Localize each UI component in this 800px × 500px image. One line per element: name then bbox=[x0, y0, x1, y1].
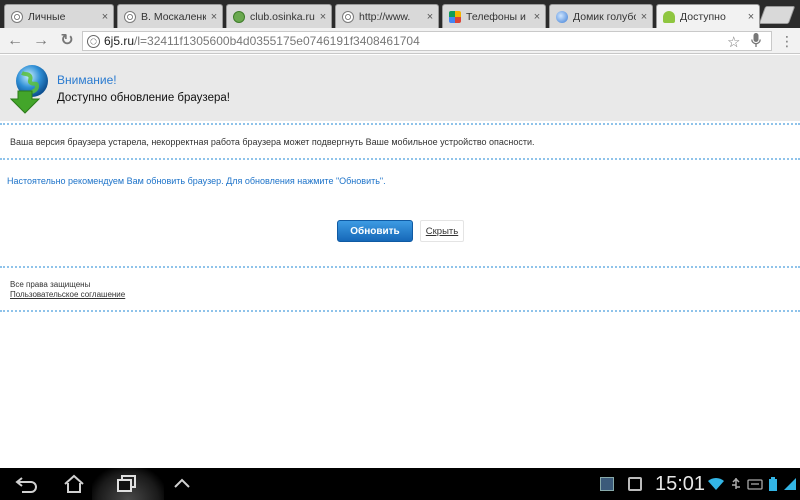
url-path: /l=32411f1305600b4d0355175e0746191f34084… bbox=[134, 34, 420, 48]
close-icon[interactable]: × bbox=[422, 11, 438, 23]
rights-text: Все права защищены bbox=[10, 280, 91, 289]
screenshot-icon[interactable] bbox=[628, 477, 642, 491]
close-icon[interactable]: × bbox=[315, 11, 331, 23]
close-icon[interactable]: × bbox=[97, 11, 113, 23]
warning-text: Ваша версия браузера устарела, некоррект… bbox=[10, 137, 535, 147]
globe-download-icon bbox=[10, 65, 48, 114]
usb-icon bbox=[732, 477, 740, 489]
tab-label: Личные bbox=[28, 10, 66, 23]
update-notice-header: Внимание! Доступно обновление браузера! bbox=[0, 55, 800, 121]
close-icon[interactable]: × bbox=[636, 11, 652, 23]
menu-icon[interactable]: ⋮ bbox=[778, 32, 796, 50]
url-host: 6j5.ru bbox=[104, 34, 135, 48]
update-button[interactable]: Обновить bbox=[337, 220, 413, 242]
blue-bird-favicon-icon bbox=[556, 10, 568, 23]
web-page: Внимание! Доступно обновление браузера! … bbox=[0, 55, 800, 468]
green-favicon-icon bbox=[233, 10, 245, 23]
tab-label: В. Москаленко bbox=[141, 10, 206, 23]
globe-icon bbox=[124, 10, 136, 23]
usb-debug-icon bbox=[747, 479, 763, 490]
globe-icon bbox=[87, 34, 100, 48]
close-icon[interactable]: × bbox=[206, 11, 222, 23]
recent-apps-icon[interactable] bbox=[115, 474, 139, 494]
close-icon[interactable]: × bbox=[529, 11, 545, 23]
notification-app-icon[interactable] bbox=[600, 477, 614, 491]
hide-button[interactable]: Скрыть bbox=[420, 220, 464, 242]
address-bar[interactable]: 6j5.ru /l=32411f1305600b4d0355175e074619… bbox=[82, 31, 772, 51]
notice-subtitle: Доступно обновление браузера! bbox=[57, 92, 230, 104]
tab-label: http://www. bbox=[359, 10, 411, 23]
tab-strip: Личные × В. Москаленко × club.osinka.ru … bbox=[0, 0, 800, 29]
battery-icon bbox=[769, 477, 777, 491]
tab-moskalenko[interactable]: В. Москаленко × bbox=[117, 4, 223, 28]
tab-lichnye[interactable]: Личные × bbox=[4, 4, 114, 28]
tab-telefony[interactable]: Телефоны и × bbox=[442, 4, 546, 28]
tab-osinka[interactable]: club.osinka.ru × bbox=[226, 4, 332, 28]
system-navigation-bar: 15:01 bbox=[0, 468, 800, 500]
bookmark-star-icon[interactable]: ☆ bbox=[727, 33, 740, 51]
tab-label: Доступно bbox=[680, 11, 726, 23]
tab-label: club.osinka.ru bbox=[250, 10, 315, 23]
wifi-icon bbox=[708, 477, 724, 490]
tab-label: Домик голубой bbox=[573, 10, 636, 23]
browser-toolbar: ← → ↻ 6j5.ru /l=32411f1305600b4d0355175e… bbox=[0, 28, 800, 54]
divider bbox=[0, 158, 800, 160]
tab-domik[interactable]: Домик голубой × bbox=[549, 4, 653, 28]
new-tab-button[interactable] bbox=[758, 6, 796, 24]
menu-chevron-icon[interactable] bbox=[172, 476, 192, 492]
back-icon[interactable]: ← bbox=[6, 32, 24, 50]
home-icon[interactable] bbox=[62, 474, 86, 494]
divider bbox=[0, 310, 800, 312]
reload-icon[interactable]: ↻ bbox=[58, 32, 76, 50]
signal-icon bbox=[784, 478, 796, 490]
android-favicon-icon bbox=[663, 11, 675, 23]
tab-dostupno-active[interactable]: Доступно × bbox=[656, 4, 760, 29]
divider bbox=[0, 266, 800, 268]
colorful-favicon-icon bbox=[449, 10, 461, 23]
globe-icon bbox=[342, 10, 354, 23]
back-nav-icon[interactable] bbox=[14, 474, 40, 494]
recommend-text: Настоятельно рекомендуем Вам обновить бр… bbox=[7, 176, 386, 186]
forward-icon[interactable]: → bbox=[32, 32, 50, 50]
clock[interactable]: 15:01 bbox=[655, 473, 705, 496]
divider bbox=[0, 123, 800, 125]
tab-label: Телефоны и bbox=[466, 10, 526, 23]
tab-http[interactable]: http://www. × bbox=[335, 4, 439, 28]
close-icon[interactable]: × bbox=[743, 11, 759, 23]
microphone-icon[interactable] bbox=[751, 33, 761, 52]
user-agreement-link[interactable]: Пользовательское соглашение bbox=[10, 290, 125, 299]
globe-icon bbox=[11, 10, 23, 23]
notice-title: Внимание! bbox=[57, 73, 117, 87]
